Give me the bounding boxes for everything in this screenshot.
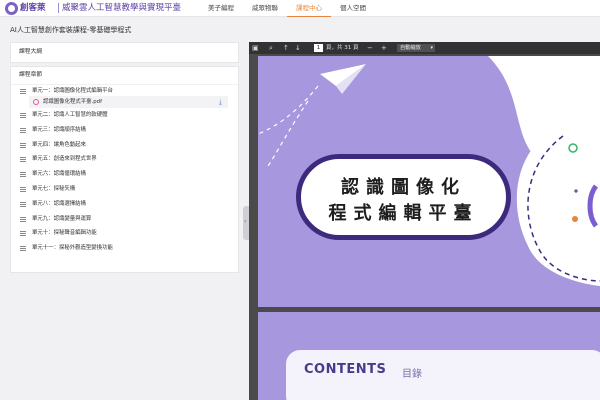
list-icon [20,157,26,163]
pdf-page-2: CONTENTS 目錄 [258,312,600,400]
pdf-viewer[interactable]: ▣ ⌕ ↑ ↓ 1 頁，共 31 頁 − + 自動縮放 認識圖像化 程式編輯平臺 [249,42,600,400]
sidebar-toggle-icon[interactable]: ▣ [252,43,259,53]
slide-title-line-1: 認識圖像化 [341,177,466,198]
unit-label: 單元二：認識人工智慧的軟硬體 [32,112,108,118]
list-icon [20,142,26,148]
unit-item-1[interactable]: 單元一：認識圖像化程式編輯平台 [11,85,238,96]
zoom-out-icon[interactable]: − [367,43,373,53]
unit-label: 單元十：探秘聲音編輯功能 [32,230,97,237]
unit-label: 單元七：探秘矢構 [32,185,76,192]
contents-subtitle: 目錄 [402,369,422,380]
pdf-toolbar: ▣ ⌕ ↑ ↓ 1 頁，共 31 頁 − + 自動縮放 [249,42,600,54]
list-icon [20,172,26,178]
unit-label: 單元五：創造來到程式世界 [32,156,97,163]
top-nav-bar: 創客萊 威聚雲人工智慧教學與實現平臺 美子編程 威眾物聯 課程中心 個人空間 [0,0,600,17]
list-icon [20,231,26,237]
nav-item-personal-space[interactable]: 個人空間 [331,0,375,17]
list-icon [20,127,26,133]
list-icon [20,246,26,252]
zoom-select[interactable]: 自動縮放 [397,44,435,52]
course-outline-label: 課程大綱 [19,49,43,55]
unit-item-2[interactable]: 單元二：認識人工智慧的軟硬體 [11,108,238,123]
page-number-input[interactable]: 1 [314,44,323,52]
list-icon [20,201,26,207]
unit-item-3[interactable]: 單元三：認識順序結構 [11,123,238,138]
brand-logo[interactable] [5,2,18,15]
slide-title-card: 認識圖像化 程式編輯平臺 [296,154,511,240]
unit-list: 單元一：認識圖像化程式編輯平台 認識圖像化程式平臺.pdf ⤓ 單元二：認識人工… [11,85,238,256]
pdf-file-icon [33,99,39,105]
unit-item-9[interactable]: 單元九：認識變量與運算 [11,212,238,227]
nav-item-iot[interactable]: 威眾物聯 [243,0,287,17]
unit-item-5[interactable]: 單元五：創造來到程式世界 [11,152,238,167]
course-chapters-panel: 課程章節 單元一：認識圖像化程式編輯平台 認識圖像化程式平臺.pdf ⤓ 單元二… [10,66,239,273]
unit-item-6[interactable]: 單元六：認識循環結構 [11,167,238,182]
unit-item-10[interactable]: 單元十：探秘聲音編輯功能 [11,226,238,241]
attachment-row[interactable]: 認識圖像化程式平臺.pdf ⤓ [29,96,228,108]
nav-item-programming[interactable]: 美子編程 [199,0,243,17]
course-chapters-label: 課程章節 [11,67,238,85]
unit-label: 單元一：認識圖像化程式編輯平台 [32,88,113,94]
search-icon[interactable]: ⌕ [269,43,273,53]
unit-item-8[interactable]: 單元八：認識選擇結構 [11,197,238,212]
chevron-left-icon: ‹ [244,218,247,225]
unit-label: 單元八：認識選擇結構 [32,200,86,207]
list-icon [20,216,26,222]
previous-page-icon[interactable]: ↑ [283,43,289,53]
zoom-in-icon[interactable]: + [381,43,387,53]
page-count: 頁，共 31 頁 [326,45,359,51]
contents-title: CONTENTS [304,362,387,377]
list-icon [20,113,26,118]
download-icon[interactable]: ⤓ [219,98,222,106]
list-icon [20,89,26,94]
course-outline-panel[interactable]: 課程大綱 [10,42,239,63]
brand-divider [58,3,59,13]
nav-item-course-center[interactable]: 課程中心 [287,0,331,17]
next-page-icon[interactable]: ↓ [295,43,301,53]
list-icon [20,186,26,192]
unit-item-7[interactable]: 單元七：探秘矢構 [11,182,238,197]
main-nav: 美子編程 威眾物聯 課程中心 個人空間 [199,0,375,17]
unit-item-4[interactable]: 單元四：讓角色動起來 [11,138,238,153]
unit-label: 單元三：認識順序結構 [32,126,86,133]
site-title: 威聚雲人工智慧教學與實現平臺 [62,3,182,13]
unit-item-11[interactable]: 單元十一：探秘外觀造型變換功能 [11,241,238,256]
contents-card: CONTENTS 目錄 [286,350,600,400]
slide-title-line-2: 程式編輯平臺 [328,203,479,224]
unit-label: 單元十一：探秘外觀造型變換功能 [32,245,113,252]
unit-label: 單元四：讓角色動起來 [32,141,86,148]
pdf-page-1: 認識圖像化 程式編輯平臺 [258,56,600,307]
unit-label: 單元六：認識循環結構 [32,171,86,178]
unit-label: 單元九：認識變量與運算 [32,215,92,222]
brand-name[interactable]: 創客萊 [20,2,46,14]
page-title: AI人工智慧創作套裝課程-零基礎學程式 [10,26,132,34]
attachment-name: 認識圖像化程式平臺.pdf [43,99,102,105]
